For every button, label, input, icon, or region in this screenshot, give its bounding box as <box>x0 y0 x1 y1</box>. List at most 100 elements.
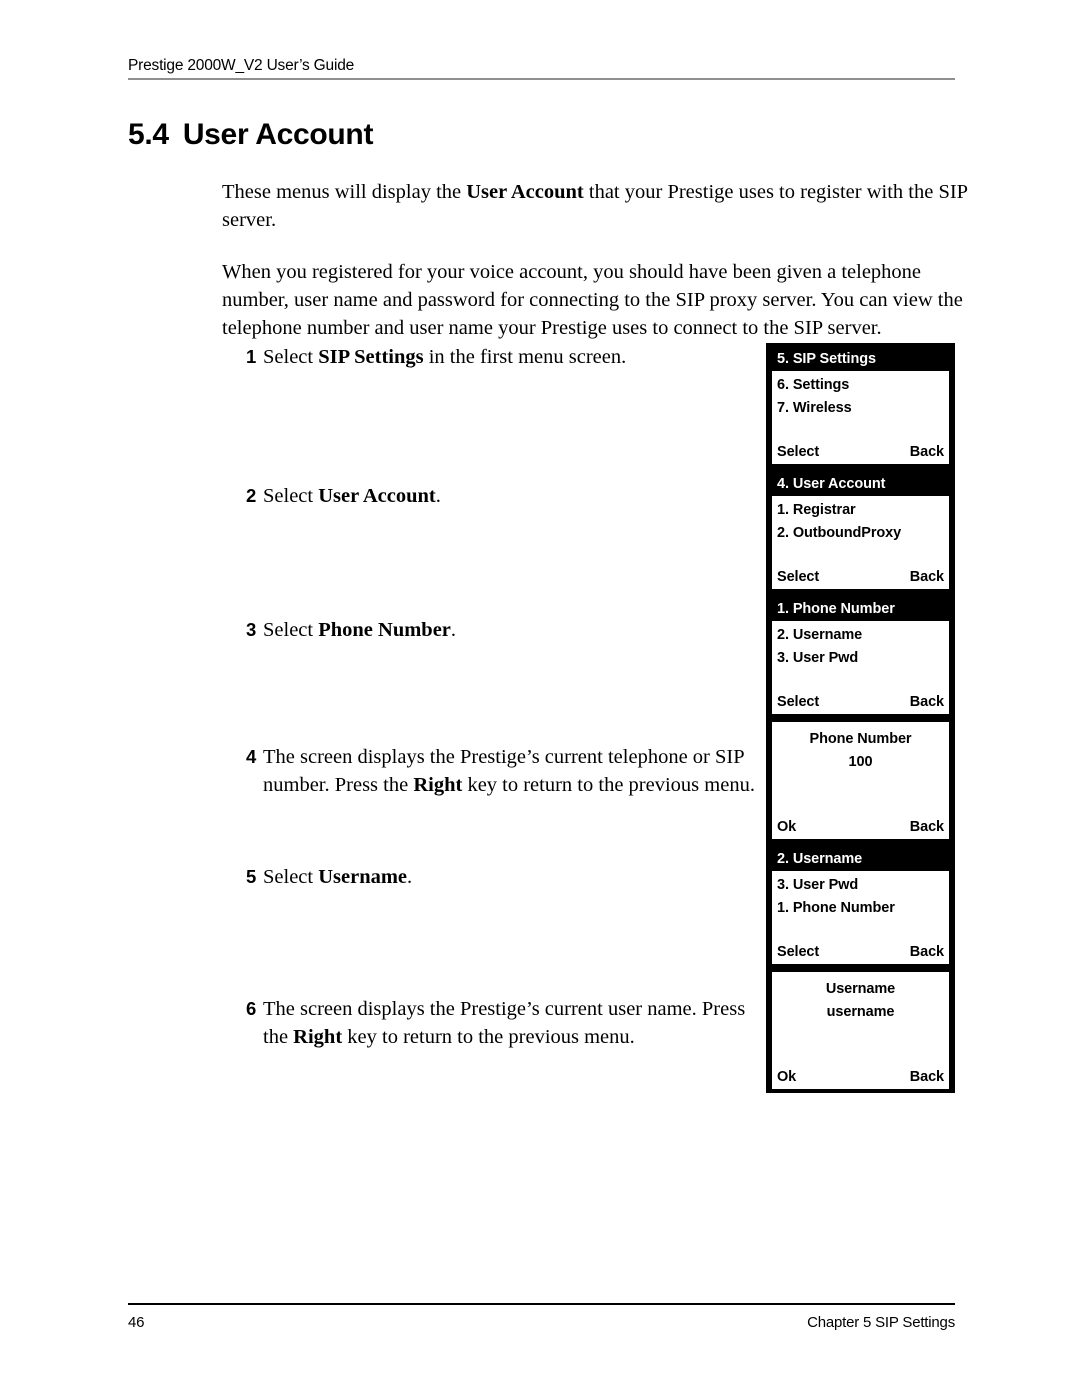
step-1-bold: SIP Settings <box>318 346 424 368</box>
softkey-right: Back <box>909 569 944 585</box>
lcd-value-display: Phone Number 100 <box>772 722 949 774</box>
step-1-after: in the first menu screen. <box>423 346 627 368</box>
document-page: Prestige 2000W_V2 User’s Guide 5.4 User A… <box>0 0 1080 1397</box>
lcd-menu-list: 1. Registrar 2. OutboundProxy <box>772 496 949 545</box>
softkey-left: Ok <box>777 819 797 835</box>
step-2-bold: User Account <box>318 484 436 507</box>
paragraph-1: These menus will display the User Accoun… <box>222 178 980 235</box>
page-number: 46 <box>128 1313 145 1331</box>
softkey-right: Back <box>909 1069 944 1085</box>
page-title: 5.4 User Account <box>128 118 373 152</box>
lcd-softkey-bar: Ok Back <box>772 1066 949 1088</box>
step-3-before: Select <box>263 618 319 641</box>
lcd-display: Username username Ok Back <box>772 972 949 1089</box>
intro-paragraphs: These menus will display the User Accoun… <box>222 178 980 365</box>
lcd-screen-username-value: Username username Ok Back <box>766 968 955 1093</box>
step-item-1: 1 Select SIP Settings in the first menu … <box>246 344 766 372</box>
step-number-2: 2 <box>246 484 257 506</box>
lcd-screen-stack: 5. SIP Settings 6. Settings 7. Wireless … <box>766 343 955 1093</box>
lcd-softkey-bar: Select Back <box>772 691 949 713</box>
softkey-left: Select <box>777 569 820 585</box>
softkey-right: Back <box>909 444 944 460</box>
lcd-menu-item: 1. Phone Number <box>777 900 895 916</box>
lcd-title-bar: 1. Phone Number <box>772 597 949 621</box>
softkey-right: Back <box>909 944 944 960</box>
step-text-5: Select Username. <box>263 864 766 892</box>
lcd-screen-sip-settings: 5. SIP Settings 6. Settings 7. Wireless … <box>766 343 955 468</box>
step-number-6: 6 <box>246 998 257 1020</box>
lcd-softkey-bar: Select Back <box>772 566 949 588</box>
step-1-before: Select <box>263 346 319 368</box>
page-header: Prestige 2000W_V2 User’s Guide <box>128 57 955 81</box>
footer-divider <box>128 1303 955 1305</box>
step-number-3: 3 <box>246 618 257 640</box>
lcd-softkey-bar: Select Back <box>772 941 949 963</box>
step-number-5: 5 <box>246 866 257 888</box>
footer-row: 46 Chapter 5 SIP Settings <box>128 1314 955 1331</box>
lcd-value-text: 100 <box>848 754 873 770</box>
lcd-display: Phone Number 100 Ok Back <box>772 722 949 839</box>
lcd-value-text: username <box>826 1004 895 1020</box>
lcd-value-label: Phone Number <box>809 731 912 747</box>
section-title: User Account <box>182 118 374 151</box>
step-3-bold: Phone Number <box>318 618 451 641</box>
lcd-title-bar: 2. Username <box>772 847 949 871</box>
lcd-menu-list: 6. Settings 7. Wireless <box>772 371 949 420</box>
lcd-softkey-bar: Ok Back <box>772 816 949 838</box>
step-3-after: . <box>450 618 457 641</box>
step-text-1: Select SIP Settings in the first menu sc… <box>263 344 766 372</box>
lcd-menu-item: 1. Registrar <box>777 502 856 518</box>
softkey-left: Ok <box>777 1069 797 1085</box>
lcd-menu-item: 3. User Pwd <box>777 877 859 893</box>
step-item-5: 5 Select Username. <box>246 864 766 892</box>
lcd-value-display: Username username <box>772 972 949 1024</box>
lcd-screen-phone-number-menu: 1. Phone Number 2. Username 3. User Pwd … <box>766 593 955 718</box>
step-item-3: 3 Select Phone Number. <box>246 617 766 645</box>
lcd-display: 1. Phone Number 2. Username 3. User Pwd … <box>772 597 949 714</box>
step-2-after: . <box>435 484 441 507</box>
paragraph-1-bold: User Account <box>466 181 584 203</box>
step-5-before: Select <box>263 866 319 889</box>
lcd-value-label: Username <box>825 981 896 997</box>
softkey-left: Select <box>777 944 820 960</box>
step-item-4: 4 The screen displays the Prestige’s cur… <box>246 744 766 800</box>
lcd-screen-user-account: 4. User Account 1. Registrar 2. Outbound… <box>766 468 955 593</box>
paragraph-1-before: These menus will display the <box>222 181 467 203</box>
lcd-screen-username-menu: 2. Username 3. User Pwd 1. Phone Number … <box>766 843 955 968</box>
lcd-title-bar: 5. SIP Settings <box>772 347 949 371</box>
step-6-after: key to return to the previous menu. <box>342 1026 635 1049</box>
lcd-menu-list: 2. Username 3. User Pwd <box>772 621 949 670</box>
paragraph-2: When you registered for your voice accou… <box>222 258 980 343</box>
step-number-4: 4 <box>246 745 257 767</box>
step-text-3: Select Phone Number. <box>263 617 766 645</box>
lcd-menu-item: 6. Settings <box>777 377 850 393</box>
step-number-1: 1 <box>246 346 257 367</box>
lcd-menu-item: 7. Wireless <box>777 400 852 416</box>
softkey-left: Select <box>777 444 820 460</box>
lcd-title-bar: 4. User Account <box>772 472 949 496</box>
header-divider <box>128 78 955 81</box>
paragraph-2-text: When you registered for your voice accou… <box>222 260 963 340</box>
step-text-4: The screen displays the Prestige’s curre… <box>263 744 766 800</box>
section-number: 5.4 <box>128 118 169 151</box>
step-5-after: . <box>407 866 413 889</box>
step-5-bold: Username <box>318 866 408 889</box>
running-title: Prestige 2000W_V2 User’s Guide <box>128 57 355 74</box>
lcd-menu-list: 3. User Pwd 1. Phone Number <box>772 871 949 920</box>
step-text-6: The screen displays the Prestige’s curre… <box>263 996 766 1052</box>
step-2-before: Select <box>263 484 319 507</box>
lcd-softkey-bar: Select Back <box>772 441 949 463</box>
softkey-left: Select <box>777 694 820 710</box>
step-4-bold: Right <box>413 773 463 796</box>
lcd-display: 5. SIP Settings 6. Settings 7. Wireless … <box>772 347 949 464</box>
lcd-display: 2. Username 3. User Pwd 1. Phone Number … <box>772 847 949 964</box>
page-footer: 46 Chapter 5 SIP Settings <box>128 1303 955 1331</box>
lcd-screen-phone-number-value: Phone Number 100 Ok Back <box>766 718 955 843</box>
lcd-menu-item: 3. User Pwd <box>777 650 859 666</box>
lcd-menu-item: 2. OutboundProxy <box>777 525 902 541</box>
lcd-display: 4. User Account 1. Registrar 2. Outbound… <box>772 472 949 589</box>
step-list: 1 Select SIP Settings in the first menu … <box>246 344 766 1052</box>
step-6-bold: Right <box>293 1026 343 1049</box>
softkey-right: Back <box>909 819 944 835</box>
lcd-menu-item: 2. Username <box>777 627 863 643</box>
